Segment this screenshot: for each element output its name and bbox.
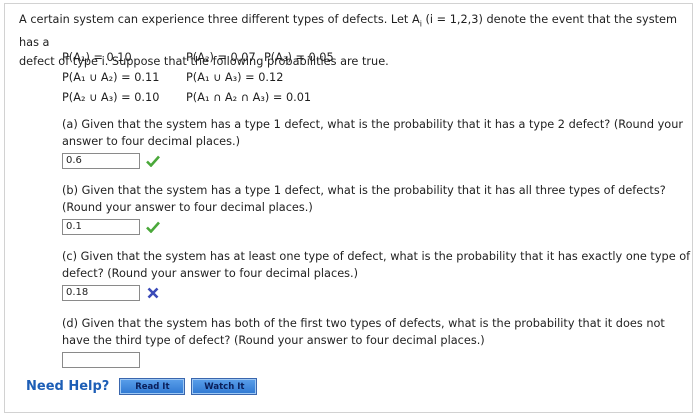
answer-a-input[interactable]: 0.6 — [62, 153, 140, 169]
question-a: (a) Given that the system has a type 1 d… — [62, 116, 692, 169]
question-c: (c) Given that the system has at least o… — [62, 248, 692, 301]
need-help-bar: Need Help? Read It Watch It — [26, 378, 263, 395]
read-it-button[interactable]: Read It — [119, 378, 186, 395]
prob-a2: P(A₂) = 0.07 — [186, 51, 256, 64]
prob-row-1: P(A₁) = 0.10 P(A₂) = 0.07 P(A₃) = 0.05 — [62, 48, 334, 68]
prob-row-2: P(A₁ ∪ A₂) = 0.11 P(A₁ ∪ A₃) = 0.12 — [62, 68, 334, 88]
prob-a1-union-a3: P(A₁ ∪ A₃) = 0.12 — [186, 71, 284, 84]
answer-c-input[interactable]: 0.18 — [62, 285, 140, 301]
question-b-text: (b) Given that the system has a type 1 d… — [62, 184, 666, 214]
need-help-label: Need Help? — [26, 379, 110, 394]
prob-a1-union-a2: P(A₁ ∪ A₂) = 0.11 — [62, 71, 160, 84]
prob-intersection-all: P(A₁ ∩ A₂ ∩ A₃) = 0.01 — [186, 91, 312, 104]
answer-d-input[interactable] — [62, 352, 140, 368]
prob-a1: P(A₁) = 0.10 — [62, 51, 132, 64]
answer-b-input[interactable]: 0.1 — [62, 219, 140, 235]
question-a-text: (a) Given that the system has a type 1 d… — [62, 118, 683, 148]
question-d: (d) Given that the system has both of th… — [62, 315, 692, 368]
prob-a3: P(A₃) = 0.05 — [264, 51, 334, 64]
watch-it-button[interactable]: Watch It — [191, 378, 258, 395]
check-icon — [145, 153, 161, 169]
intro-line-1: A certain system can experience three di… — [19, 10, 689, 52]
prob-a2-union-a3: P(A₂ ∪ A₃) = 0.10 — [62, 91, 160, 104]
intro-text-a: A certain system can experience three di… — [19, 13, 420, 26]
cross-icon — [145, 285, 161, 301]
question-c-text: (c) Given that the system has at least o… — [62, 250, 691, 280]
check-icon — [145, 219, 161, 235]
question-d-text: (d) Given that the system has both of th… — [62, 317, 665, 347]
probability-list: P(A₁) = 0.10 P(A₂) = 0.07 P(A₃) = 0.05 P… — [62, 48, 334, 108]
prob-row-3: P(A₂ ∪ A₃) = 0.10 P(A₁ ∩ A₂ ∩ A₃) = 0.01 — [62, 88, 334, 108]
question-b: (b) Given that the system has a type 1 d… — [62, 182, 692, 235]
